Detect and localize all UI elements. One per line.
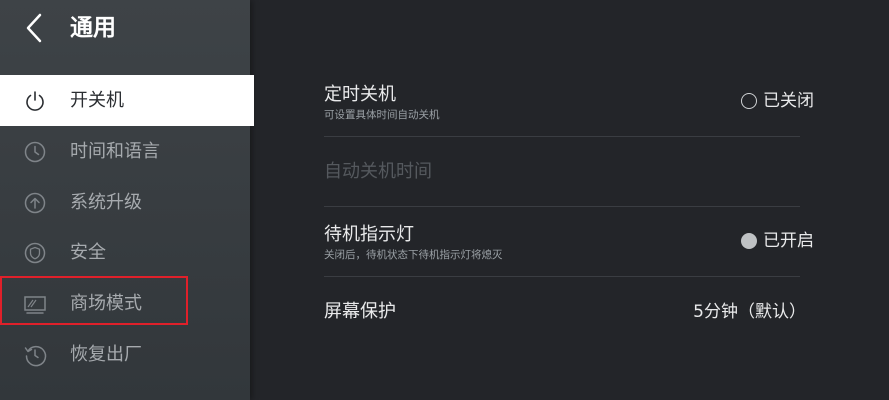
header: 通用 (0, 0, 250, 56)
sidebar-item-label: 开关机 (70, 90, 124, 111)
shutdown-time-title: 自动关机时间 (324, 161, 432, 182)
sidebar-item-power[interactable]: 开关机 (0, 75, 254, 126)
timer-shutdown-subtitle: 可设置具体时间自动关机 (324, 109, 440, 121)
radio-off-icon (741, 93, 757, 109)
highlight-box (0, 276, 188, 325)
divider (324, 136, 800, 137)
upgrade-icon (22, 190, 48, 216)
sidebar-item-label: 时间和语言 (70, 140, 160, 162)
timer-shutdown-title: 定时关机 (324, 84, 396, 105)
timer-shutdown-toggle[interactable]: 已关闭 (741, 89, 814, 113)
standby-light-row[interactable]: 待机指示灯 关闭后，待机状态下待机指示灯将熄灭 已开启 (324, 223, 814, 262)
sidebar-item-system-upgrade[interactable]: 系统升级 (0, 177, 250, 228)
main-panel: 定时关机 可设置具体时间自动关机 已关闭 自动关机时间 待机指示灯 关闭后，待机… (250, 0, 889, 400)
standby-light-status: 已开启 (763, 231, 814, 251)
shutdown-time-row: 自动关机时间 (324, 160, 800, 184)
sidebar-item-label: 恢复出厂 (70, 343, 142, 365)
radio-on-icon (741, 233, 757, 249)
back-button[interactable] (22, 12, 46, 44)
sidebar-item-time-language[interactable]: 时间和语言 (0, 126, 250, 177)
sidebar-item-label: 系统升级 (70, 191, 142, 213)
sidebar-item-security[interactable]: 安全 (0, 227, 250, 278)
page-title: 通用 (70, 15, 116, 41)
standby-light-subtitle: 关闭后，待机状态下待机指示灯将熄灭 (324, 249, 503, 261)
restore-icon (22, 342, 48, 368)
clock-icon (22, 139, 48, 165)
sidebar-item-label: 安全 (70, 242, 106, 264)
shield-icon (22, 240, 48, 266)
screensaver-row[interactable]: 屏幕保护 5分钟（默认） (324, 300, 806, 324)
sidebar-nav: 开关机 时间和语言 系统升级 安全 商场模式 恢复出厂 (0, 75, 254, 380)
timer-shutdown-status: 已关闭 (763, 91, 814, 111)
timer-shutdown-row[interactable]: 定时关机 可设置具体时间自动关机 已关闭 (324, 83, 814, 122)
screensaver-value: 5分钟（默认） (693, 302, 806, 322)
standby-light-title: 待机指示灯 (324, 224, 414, 245)
power-icon (22, 88, 48, 114)
standby-light-toggle[interactable]: 已开启 (741, 229, 814, 253)
sidebar-item-factory-reset[interactable]: 恢复出厂 (0, 329, 250, 380)
divider (324, 206, 800, 207)
chevron-left-icon (26, 13, 42, 43)
divider (324, 276, 800, 277)
sidebar: 通用 开关机 时间和语言 系统升级 安全 商场模式 恢复出厂 (0, 0, 254, 400)
